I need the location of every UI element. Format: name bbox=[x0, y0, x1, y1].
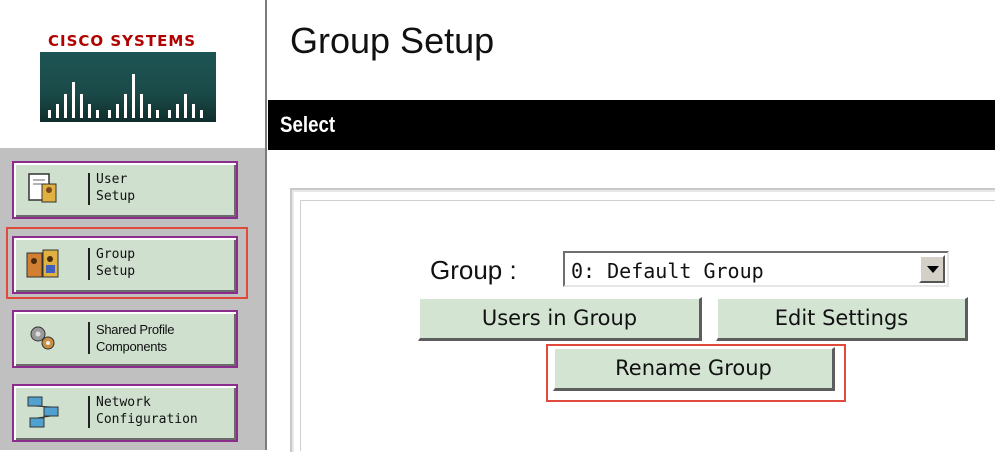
network-configuration-icon bbox=[26, 395, 60, 429]
chevron-down-icon[interactable] bbox=[919, 255, 945, 283]
section-title: Select bbox=[280, 112, 336, 137]
group-label: Group : bbox=[430, 255, 517, 285]
sidebar-item-shared-profile-components[interactable]: Shared Profile Components bbox=[12, 310, 238, 368]
separator bbox=[88, 322, 90, 354]
sidebar-item-label: Shared Profile Components bbox=[96, 322, 175, 354]
cisco-logo: CISCO SYSTEMS bbox=[0, 0, 267, 148]
user-setup-icon bbox=[26, 172, 60, 206]
highlight-box-rename-group bbox=[546, 344, 846, 402]
page-title: Group Setup bbox=[290, 20, 495, 61]
users-in-group-button[interactable]: Users in Group bbox=[418, 297, 702, 341]
group-select-value: 0: Default Group bbox=[571, 259, 764, 283]
group-select[interactable]: 0: Default Group bbox=[563, 251, 949, 287]
cisco-bridge-icon bbox=[40, 52, 216, 122]
shared-profile-components-icon bbox=[26, 321, 60, 355]
sidebar-item-network-configuration[interactable]: Network Configuration bbox=[12, 384, 238, 442]
edit-settings-button[interactable]: Edit Settings bbox=[716, 297, 968, 341]
separator bbox=[88, 396, 90, 428]
section-header: Select bbox=[268, 100, 995, 150]
separator bbox=[88, 173, 90, 205]
highlight-box-group-setup bbox=[6, 227, 248, 299]
logo-text: CISCO SYSTEMS bbox=[48, 32, 197, 50]
sidebar-item-label: User Setup bbox=[96, 172, 136, 204]
sidebar-item-label: Network Configuration bbox=[96, 395, 198, 427]
sidebar: User Setup Group Setup Shared Profile Co… bbox=[0, 148, 267, 450]
sidebar-item-user-setup[interactable]: User Setup bbox=[12, 161, 238, 219]
